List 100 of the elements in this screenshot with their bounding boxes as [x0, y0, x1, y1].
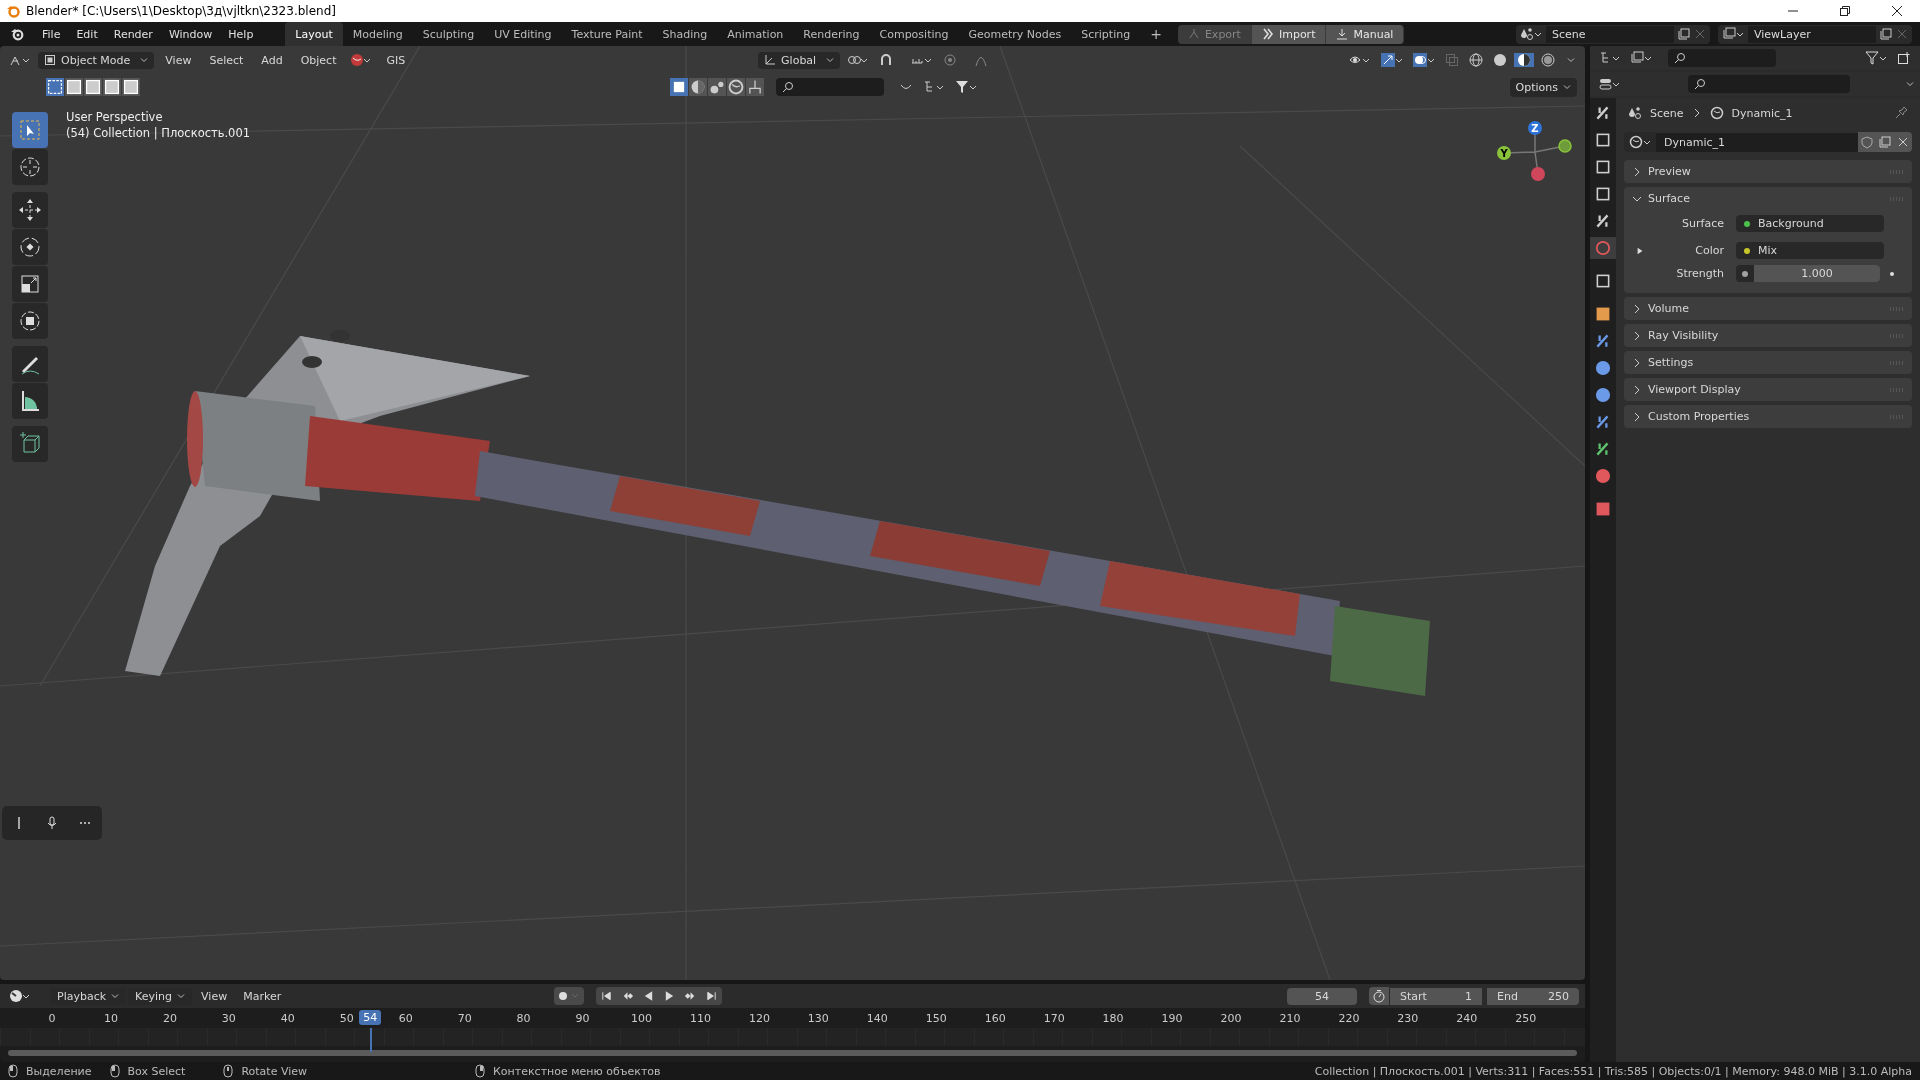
menu-item[interactable]: Render — [105, 27, 161, 41]
workspace-tab[interactable]: Animation — [717, 22, 794, 46]
timeline-menu[interactable]: View — [194, 987, 235, 1005]
view-layer-name-field[interactable]: ViewLayer — [1748, 25, 1876, 43]
timeline-menu[interactable]: Keying — [128, 987, 193, 1005]
menu-item[interactable]: Object — [293, 53, 344, 67]
menu-item[interactable]: Add — [254, 53, 290, 67]
playhead-frame[interactable]: 54 — [359, 1010, 382, 1025]
end-frame-value[interactable]: 250 — [1548, 989, 1569, 1003]
globe-filter-icon[interactable] — [726, 78, 745, 96]
panel-header[interactable]: Preview — [1624, 160, 1912, 183]
brush-filter-icon[interactable] — [745, 78, 764, 96]
duplicate-icon[interactable] — [1678, 28, 1690, 40]
menu-item[interactable]: File — [34, 27, 69, 41]
breadcrumb-item: Scene — [1650, 106, 1684, 120]
fake-user-icon[interactable] — [1858, 132, 1876, 152]
duplicate-icon[interactable] — [1880, 28, 1892, 40]
menu-item[interactable]: Select — [202, 53, 251, 67]
workspace-tab[interactable]: Texture Paint — [561, 22, 653, 46]
close-icon[interactable] — [1694, 28, 1706, 40]
mode-dropdown[interactable]: Object Mode — [38, 51, 155, 69]
frame-tick-label: 50 — [339, 1012, 354, 1025]
scene-name-field[interactable]: Scene — [1546, 25, 1674, 43]
annotate-tool-icon[interactable] — [12, 346, 48, 382]
scrollbar[interactable] — [8, 1050, 1577, 1056]
close-icon[interactable] — [1896, 28, 1908, 40]
search-field[interactable] — [775, 78, 884, 96]
rotate-tool-icon[interactable] — [12, 229, 48, 265]
workspace-tab[interactable]: UV Editing — [484, 22, 562, 46]
workspace-tab[interactable]: Modeling — [342, 22, 413, 46]
shader-socket-field[interactable]: Mix — [1736, 242, 1884, 259]
workspace-tab[interactable]: Layout — [285, 22, 343, 46]
scale-tool-icon[interactable] — [12, 266, 48, 302]
world-tab-icon[interactable] — [1590, 237, 1616, 259]
menu-item[interactable]: Window — [160, 27, 221, 41]
panel-header[interactable]: Settings — [1624, 351, 1912, 374]
timeline-menu[interactable]: Marker — [236, 987, 289, 1005]
selection-mode-icon[interactable] — [65, 78, 83, 96]
timeline-menu[interactable]: Playback — [50, 987, 127, 1005]
selection-mode-icon[interactable] — [46, 78, 64, 96]
options-caret-icon[interactable] — [1906, 80, 1914, 88]
start-frame-value[interactable]: 1 — [1465, 989, 1472, 1003]
measure-tool-icon[interactable] — [12, 383, 48, 419]
panel-title: Settings — [1648, 356, 1694, 369]
microphone-icon[interactable] — [45, 816, 59, 830]
current-frame-field[interactable]: 54 — [1287, 987, 1357, 1005]
unlink-icon[interactable] — [1894, 132, 1912, 152]
select-tool-icon[interactable] — [12, 112, 48, 148]
selection-mode-icon[interactable] — [103, 78, 121, 96]
scene-browse-icon[interactable] — [1520, 27, 1542, 41]
keyframe-dot-icon[interactable] — [1890, 271, 1894, 276]
cursor-tool-icon[interactable] — [12, 149, 48, 185]
menu-item[interactable]: Edit — [68, 27, 106, 41]
view-layer-browse-icon[interactable] — [1722, 27, 1744, 41]
drops-filter-icon[interactable] — [707, 78, 726, 96]
expand-arrow-icon[interactable] — [1636, 246, 1644, 255]
addon-button[interactable]: Manual — [1326, 24, 1405, 44]
blender-logo-icon[interactable] — [10, 27, 24, 41]
selectable-filter-icon[interactable] — [669, 78, 688, 96]
menu-item[interactable]: View — [158, 53, 199, 67]
add-workspace-button[interactable]: + — [1140, 22, 1172, 46]
shader-socket-field[interactable]: Background — [1736, 215, 1884, 232]
workspace-tab[interactable]: Shading — [652, 22, 718, 46]
stopwatch-icon[interactable] — [1369, 987, 1389, 1005]
workspace-tab[interactable]: Scripting — [1071, 22, 1141, 46]
panel-header[interactable]: Viewport Display — [1624, 378, 1912, 401]
panel-header[interactable]: Volume — [1624, 297, 1912, 320]
wireframe-shading-icon[interactable] — [1466, 53, 1486, 67]
orientation-dropdown[interactable]: Global — [758, 51, 841, 69]
search-field[interactable] — [1668, 49, 1776, 67]
jump-start-icon[interactable] — [599, 989, 613, 1003]
menu-item[interactable]: Help — [220, 27, 262, 41]
workspace-tab[interactable]: Sculpting — [412, 22, 485, 46]
jump-end-icon[interactable] — [704, 989, 718, 1003]
workspace-tab[interactable]: Geometry Nodes — [958, 22, 1072, 46]
material-shading-icon[interactable] — [1514, 53, 1534, 67]
mouse-middle-icon — [223, 1064, 234, 1078]
transform-tool-icon[interactable] — [12, 303, 48, 339]
navigation-gizmo-drawing[interactable]: Z Y — [1497, 121, 1572, 181]
gis-menu[interactable]: GIS — [379, 53, 413, 67]
panel-header[interactable]: Custom Properties — [1624, 405, 1912, 428]
options-dropdown[interactable]: Options — [1509, 77, 1577, 97]
workspace-tab[interactable]: Rendering — [793, 22, 870, 46]
move-tool-icon[interactable] — [12, 192, 48, 228]
selection-mode-icon[interactable] — [122, 78, 140, 96]
workspace-tab[interactable]: Compositing — [869, 22, 959, 46]
sphere-filter-icon[interactable] — [688, 78, 707, 96]
record-icon[interactable] — [553, 987, 584, 1005]
shading-options-caret-icon[interactable] — [1567, 56, 1575, 64]
panel-header[interactable]: Ray Visibility — [1624, 324, 1912, 347]
selection-mode-icon[interactable] — [84, 78, 102, 96]
world-browse-icon[interactable] — [1624, 132, 1656, 152]
world-name-field[interactable]: Dynamic_1 — [1656, 132, 1858, 152]
add-cube-tool-icon[interactable] — [12, 426, 48, 462]
number-field[interactable]: 1.000 — [1754, 265, 1880, 282]
pin-icon[interactable] — [1894, 106, 1908, 120]
rendered-shading-icon[interactable] — [1538, 53, 1558, 67]
addon-button[interactable]: Import — [1251, 24, 1327, 44]
search-field[interactable] — [1688, 75, 1850, 93]
panel-header[interactable]: Surface — [1624, 187, 1912, 210]
